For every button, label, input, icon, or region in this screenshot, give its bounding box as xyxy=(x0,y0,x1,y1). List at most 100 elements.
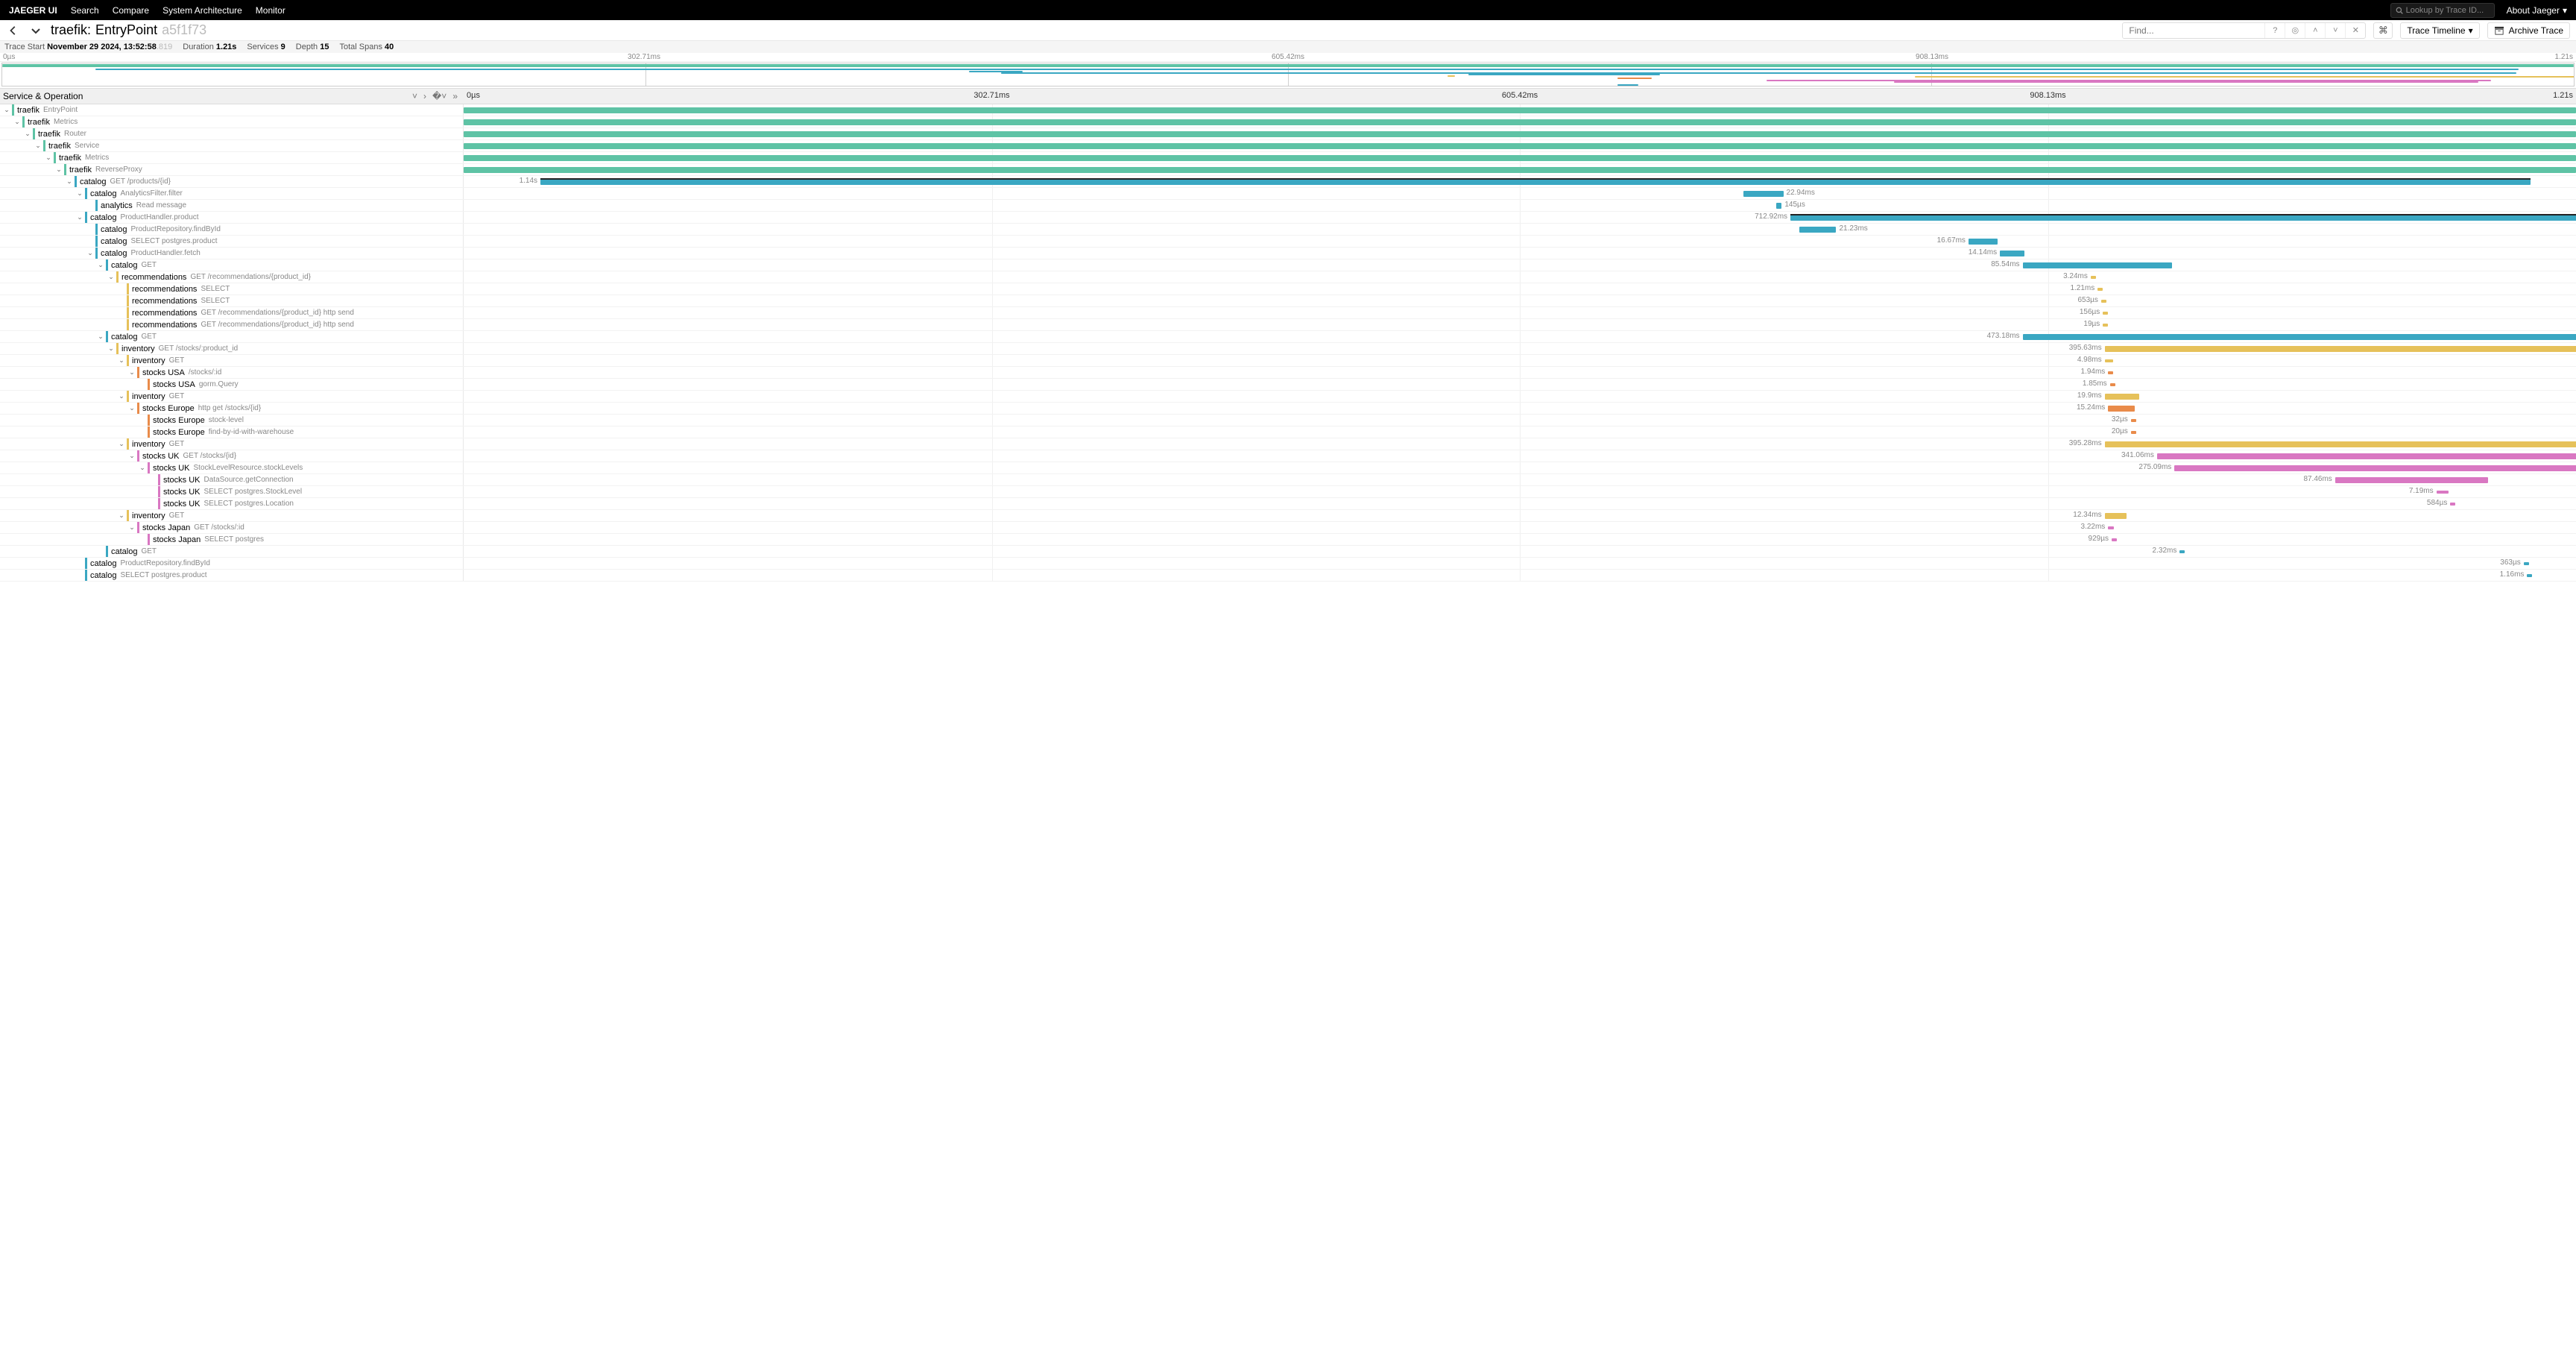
find-next-icon[interactable]: ˅ xyxy=(2326,23,2345,38)
span-timeline[interactable] xyxy=(464,128,2576,139)
span-row[interactable]: ⌄inventoryGET /stocks/:product_id395.63m… xyxy=(0,343,2576,355)
span-timeline[interactable]: 341.06ms xyxy=(464,450,2576,462)
span-timeline[interactable] xyxy=(464,164,2576,175)
span-bar[interactable] xyxy=(2091,276,2097,279)
span-row[interactable]: catalogSELECT postgres.product16.67ms xyxy=(0,236,2576,248)
collapse-toggle[interactable] xyxy=(28,23,43,38)
span-row[interactable]: recommendationsGET /recommendations/{pro… xyxy=(0,319,2576,331)
find-prev-icon[interactable]: ˄ xyxy=(2305,23,2325,38)
span-timeline[interactable] xyxy=(464,116,2576,128)
span-timeline[interactable]: 395.63ms xyxy=(464,343,2576,354)
span-row[interactable]: catalogSELECT postgres.product1.16ms xyxy=(0,570,2576,582)
span-timeline[interactable]: 87.46ms xyxy=(464,474,2576,485)
span-timeline[interactable]: 7.19ms xyxy=(464,486,2576,497)
span-timeline[interactable] xyxy=(464,140,2576,151)
span-row[interactable]: ⌄catalogGET473.18ms xyxy=(0,331,2576,343)
span-row[interactable]: stocks UKSELECT postgres.StockLevel7.19m… xyxy=(0,486,2576,498)
span-row[interactable]: catalogProductRepository.findById21.23ms xyxy=(0,224,2576,236)
span-row[interactable]: recommendationsGET /recommendations/{pro… xyxy=(0,307,2576,319)
span-bar[interactable] xyxy=(2105,359,2114,362)
span-timeline[interactable]: 12.34ms xyxy=(464,510,2576,521)
span-bar[interactable] xyxy=(464,143,2576,149)
span-bar[interactable] xyxy=(1790,215,2576,221)
span-row[interactable]: ⌄inventoryGET4.98ms xyxy=(0,355,2576,367)
span-bar[interactable] xyxy=(464,167,2576,173)
expand-icon[interactable]: ⌄ xyxy=(118,440,125,448)
span-timeline[interactable] xyxy=(464,152,2576,163)
nav-search[interactable]: Search xyxy=(71,5,99,16)
nav-architecture[interactable]: System Architecture xyxy=(162,5,242,16)
span-bar[interactable] xyxy=(1969,239,1998,245)
span-bar[interactable] xyxy=(2131,431,2136,434)
span-bar[interactable] xyxy=(540,179,2531,185)
span-row[interactable]: ⌄catalogProductHandler.fetch14.14ms xyxy=(0,248,2576,259)
span-bar[interactable] xyxy=(1776,203,1781,209)
span-bar[interactable] xyxy=(2000,251,2024,256)
expand-icon[interactable]: ⌄ xyxy=(97,333,104,341)
span-bar[interactable] xyxy=(2103,312,2108,315)
span-timeline[interactable]: 19µs xyxy=(464,319,2576,330)
span-timeline[interactable]: 1.94ms xyxy=(464,367,2576,378)
expand-icon[interactable]: ⌄ xyxy=(3,106,10,114)
span-timeline[interactable]: 395.28ms xyxy=(464,438,2576,450)
span-timeline[interactable]: 712.92ms xyxy=(464,212,2576,223)
span-bar[interactable] xyxy=(2101,300,2106,303)
expand-icon[interactable]: ⌄ xyxy=(107,273,115,281)
span-bar[interactable] xyxy=(464,119,2576,125)
span-bar[interactable] xyxy=(2524,562,2529,565)
expand-icon[interactable]: ⌄ xyxy=(128,523,136,532)
span-bar[interactable] xyxy=(2335,477,2488,483)
span-row[interactable]: ⌄stocks UKStockLevelResource.stockLevels… xyxy=(0,462,2576,474)
span-row[interactable]: ⌄catalogGET /products/{id}1.14s xyxy=(0,176,2576,188)
span-row[interactable]: ⌄inventoryGET12.34ms xyxy=(0,510,2576,522)
span-row[interactable]: stocks JapanSELECT postgres929µs xyxy=(0,534,2576,546)
span-timeline[interactable]: 1.14s xyxy=(464,176,2576,187)
span-row[interactable]: recommendationsSELECT653µs xyxy=(0,295,2576,307)
span-bar[interactable] xyxy=(1799,227,1837,233)
expand-icon[interactable]: ⌄ xyxy=(128,404,136,412)
expand-one-icon[interactable]: › xyxy=(423,91,426,101)
span-row[interactable]: catalogGET2.32ms xyxy=(0,546,2576,558)
span-row[interactable]: ⌄traefikEntryPoint xyxy=(0,104,2576,116)
span-row[interactable]: ⌄traefikReverseProxy xyxy=(0,164,2576,176)
expand-icon[interactable]: ⌄ xyxy=(118,511,125,520)
span-timeline[interactable]: 1.85ms xyxy=(464,379,2576,390)
span-bar[interactable] xyxy=(2103,324,2108,327)
expand-icon[interactable]: ⌄ xyxy=(55,166,63,174)
span-timeline[interactable]: 584µs xyxy=(464,498,2576,509)
span-timeline[interactable]: 473.18ms xyxy=(464,331,2576,342)
span-row[interactable]: ⌄traefikMetrics xyxy=(0,116,2576,128)
span-bar[interactable] xyxy=(2174,465,2576,471)
span-bar[interactable] xyxy=(464,131,2576,137)
span-row[interactable]: stocks USAgorm.Query1.85ms xyxy=(0,379,2576,391)
span-timeline[interactable]: 3.22ms xyxy=(464,522,2576,533)
span-bar[interactable] xyxy=(1743,191,1784,197)
span-row[interactable]: ⌄traefikService xyxy=(0,140,2576,152)
expand-icon[interactable]: ⌄ xyxy=(13,118,21,126)
span-row[interactable]: ⌄stocks USA/stocks/:id1.94ms xyxy=(0,367,2576,379)
span-row[interactable]: ⌄traefikMetrics xyxy=(0,152,2576,164)
expand-icon[interactable]: ⌄ xyxy=(86,249,94,257)
keyboard-shortcut-icon[interactable]: ⌘ xyxy=(2373,22,2393,39)
span-timeline[interactable]: 156µs xyxy=(464,307,2576,318)
minimap[interactable] xyxy=(1,63,2575,86)
span-bar[interactable] xyxy=(2157,453,2576,459)
span-timeline[interactable]: 4.98ms xyxy=(464,355,2576,366)
span-timeline[interactable]: 19.9ms xyxy=(464,391,2576,402)
brand[interactable]: JAEGER UI xyxy=(9,5,57,16)
span-timeline[interactable]: 85.54ms xyxy=(464,259,2576,271)
about-menu[interactable]: About Jaeger ▾ xyxy=(2507,5,2567,16)
span-row[interactable]: ⌄catalogGET85.54ms xyxy=(0,259,2576,271)
nav-monitor[interactable]: Monitor xyxy=(256,5,285,16)
span-timeline[interactable]: 32µs xyxy=(464,415,2576,426)
span-row[interactable]: ⌄catalogAnalyticsFilter.filter22.94ms xyxy=(0,188,2576,200)
find-target-icon[interactable]: ◎ xyxy=(2285,23,2305,38)
expand-icon[interactable]: ⌄ xyxy=(139,464,146,472)
expand-icon[interactable]: ⌄ xyxy=(97,261,104,269)
span-bar[interactable] xyxy=(464,155,2576,161)
span-bar[interactable] xyxy=(2105,513,2127,519)
span-row[interactable]: ⌄traefikRouter xyxy=(0,128,2576,140)
expand-icon[interactable]: ⌄ xyxy=(45,154,52,162)
view-selector[interactable]: Trace Timeline ▾ xyxy=(2400,22,2479,39)
span-bar[interactable] xyxy=(2097,288,2103,291)
